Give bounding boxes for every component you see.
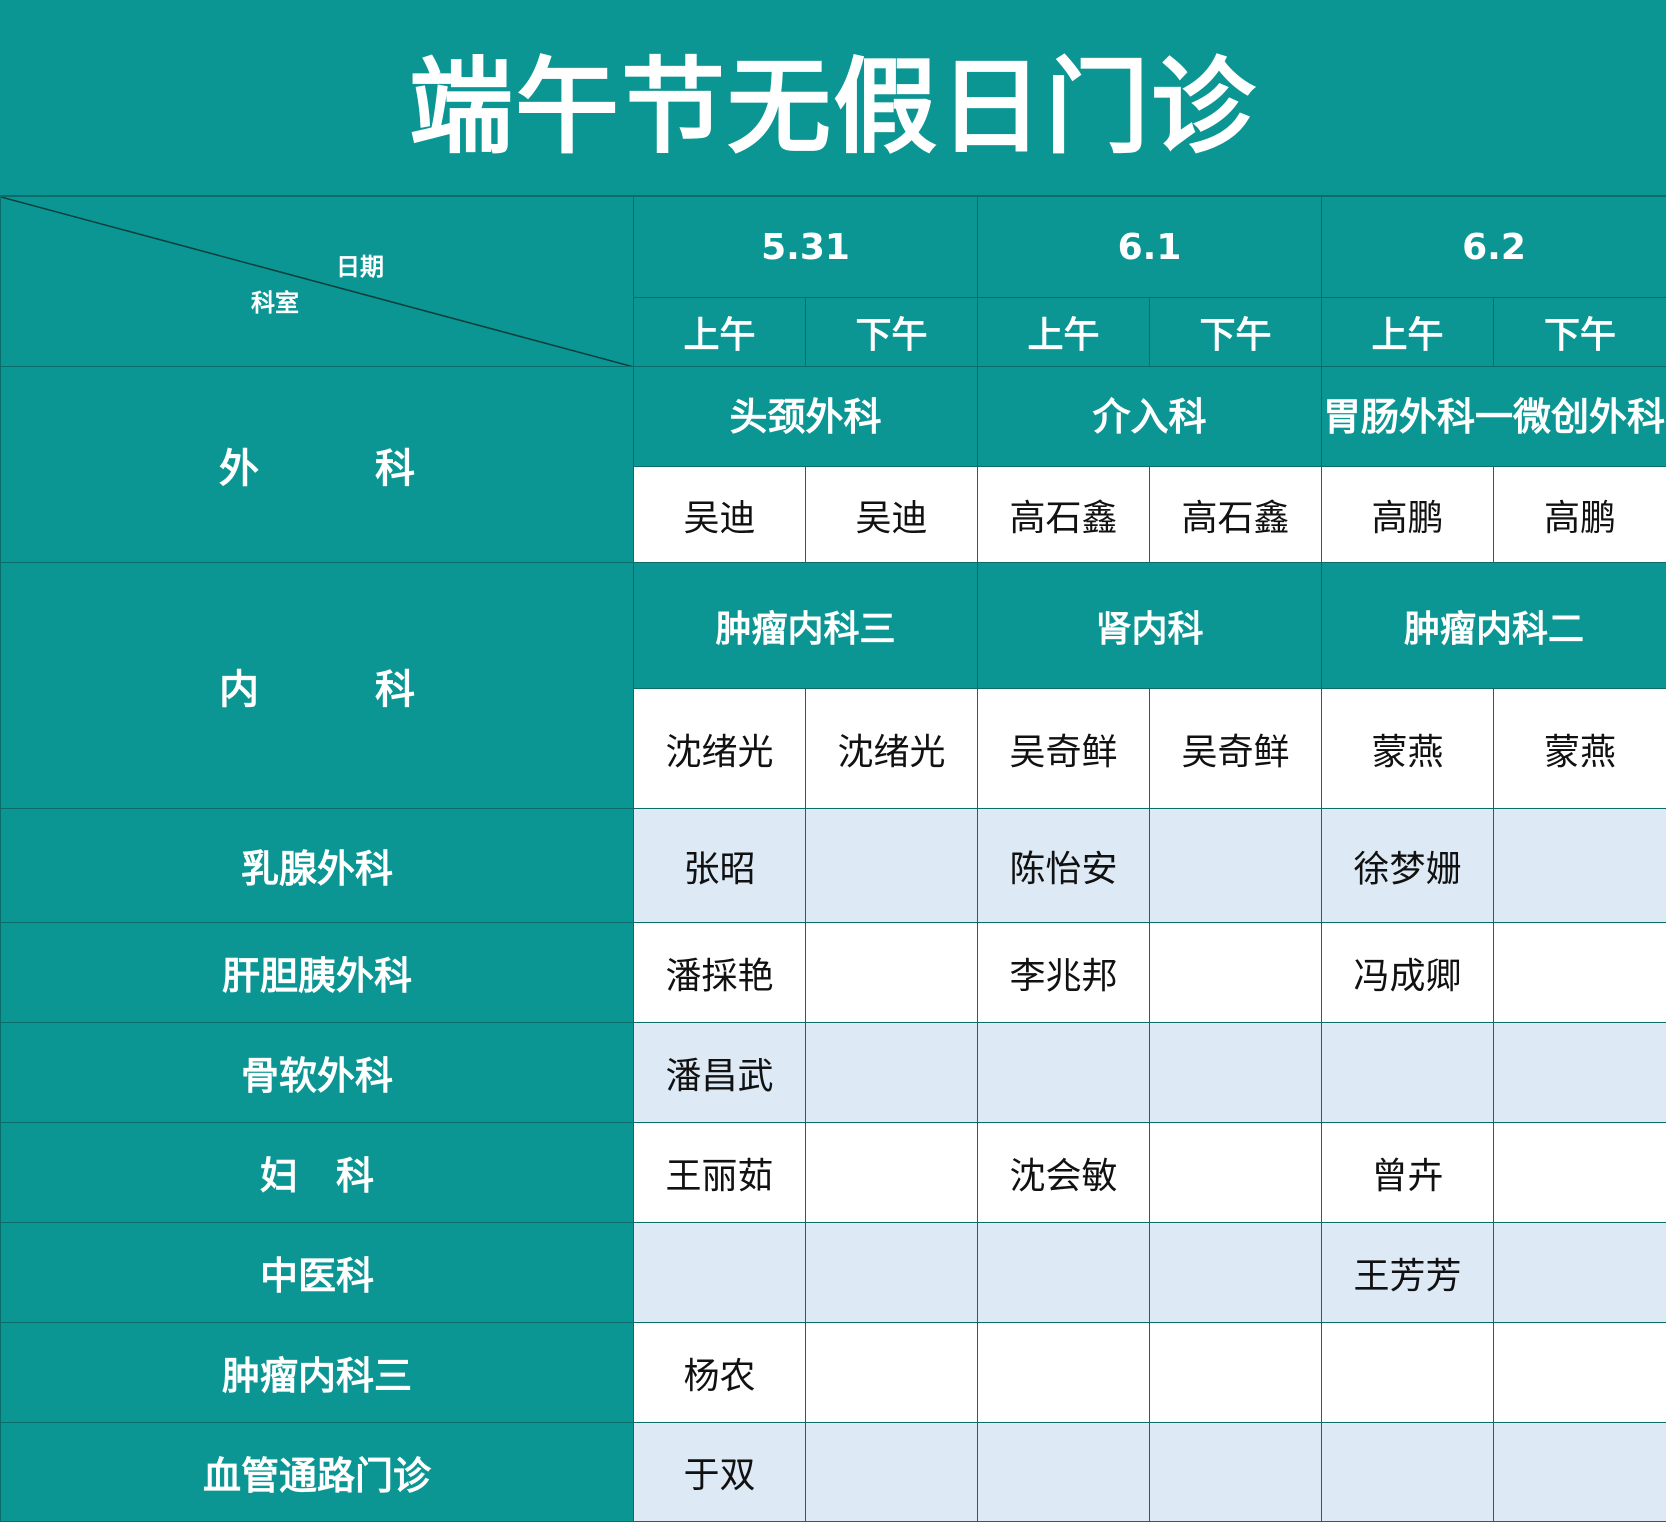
sub-dept-label: 介入科 <box>977 366 1323 467</box>
title-banner: 端午节无假日门诊 <box>0 0 1666 196</box>
table-row: 骨软外科 潘昌武 <box>0 1022 1666 1123</box>
dept-label: 骨软外科 <box>0 1022 634 1123</box>
date-header: 6.1 <box>977 196 1323 298</box>
doctor-cell <box>1149 1322 1323 1423</box>
schedule-sheet: 端午节无假日门诊 日期 科室 5.31 6.1 6.2 上午 下午 上午 下午 … <box>0 0 1666 1523</box>
dept-label: 妇 科 <box>0 1122 634 1223</box>
doctor-cell <box>633 1222 806 1323</box>
doctor-cell <box>977 1222 1151 1323</box>
doctor-cell: 蒙燕 <box>1321 688 1495 809</box>
doctor-cell: 潘昌武 <box>633 1022 806 1123</box>
doctor-cell: 沈会敏 <box>977 1122 1151 1223</box>
doctor-cell <box>977 1022 1151 1123</box>
table-row: 乳腺外科 张昭 陈怡安 徐梦姗 <box>0 808 1666 923</box>
dept-label: 肝胆胰外科 <box>0 922 634 1023</box>
doctor-cell <box>1493 1022 1666 1123</box>
doctor-cell <box>1321 1022 1495 1123</box>
doctor-cell: 吴奇鲜 <box>977 688 1151 809</box>
doctor-cell: 高鹏 <box>1493 466 1666 563</box>
doctor-cell: 王芳芳 <box>1321 1222 1495 1323</box>
doctor-cell <box>977 1322 1151 1423</box>
dept-label: 血管通路门诊 <box>0 1422 634 1522</box>
corner-dept-label: 科室 <box>251 289 299 317</box>
doctor-cell: 于双 <box>633 1422 806 1522</box>
dept-label-surgery: 外 科 <box>0 366 634 563</box>
doctor-cell: 王丽茹 <box>633 1122 806 1223</box>
doctor-cell <box>1493 1122 1666 1223</box>
doctor-cell <box>1321 1422 1495 1522</box>
date-header: 6.2 <box>1321 196 1666 298</box>
table-row: 肝胆胰外科 潘採艳 李兆邦 冯成卿 <box>0 922 1666 1023</box>
doctor-cell <box>804 808 979 923</box>
sub-dept-label: 胃肠外科一微创外科 <box>1321 366 1666 467</box>
doctor-cell <box>804 1122 979 1223</box>
doctor-cell: 徐梦姗 <box>1321 808 1495 923</box>
sub-dept-label: 头颈外科 <box>632 366 979 467</box>
doctor-cell: 高鹏 <box>1321 466 1495 563</box>
doctor-cell <box>804 922 979 1023</box>
period-header: 上午 <box>1321 297 1495 367</box>
dept-label: 乳腺外科 <box>0 808 634 923</box>
schedule-table: 日期 科室 5.31 6.1 6.2 上午 下午 上午 下午 上午 下午 外 科… <box>0 196 1666 1522</box>
doctor-cell <box>1493 1222 1666 1323</box>
doctor-cell: 沈绪光 <box>633 688 806 809</box>
diagonal-divider <box>1 197 632 366</box>
dept-label: 肿瘤内科三 <box>0 1322 634 1423</box>
doctor-cell <box>1149 1222 1323 1323</box>
page-title: 端午节无假日门诊 <box>408 46 1257 168</box>
doctor-cell: 吴奇鲜 <box>1149 688 1323 809</box>
table-row: 血管通路门诊 于双 <box>0 1422 1666 1522</box>
period-header: 上午 <box>977 297 1151 367</box>
date-header: 5.31 <box>632 196 979 298</box>
doctor-cell: 冯成卿 <box>1321 922 1495 1023</box>
doctor-cell <box>804 1222 979 1323</box>
doctor-cell <box>1149 1022 1323 1123</box>
doctor-cell: 吴迪 <box>804 466 979 563</box>
doctor-cell <box>1321 1322 1495 1423</box>
doctor-cell <box>1149 1422 1323 1522</box>
doctor-cell: 沈绪光 <box>804 688 979 809</box>
sub-dept-label: 肾内科 <box>977 562 1323 689</box>
doctor-cell <box>1493 808 1666 923</box>
sub-dept-label: 肿瘤内科二 <box>1321 562 1666 689</box>
doctor-cell: 潘採艳 <box>633 922 806 1023</box>
table-row: 妇 科 王丽茹 沈会敏 曾卉 <box>0 1122 1666 1223</box>
sub-dept-label: 肿瘤内科三 <box>632 562 979 689</box>
doctor-cell: 张昭 <box>633 808 806 923</box>
doctor-cell <box>804 1422 979 1522</box>
doctor-cell: 高石鑫 <box>977 466 1151 563</box>
doctor-cell: 吴迪 <box>633 466 806 563</box>
doctor-cell: 李兆邦 <box>977 922 1151 1023</box>
doctor-cell <box>1149 1122 1323 1223</box>
doctor-cell <box>1493 1322 1666 1423</box>
corner-header-cell: 日期 科室 <box>0 196 634 367</box>
period-header: 下午 <box>804 297 979 367</box>
doctor-cell <box>1149 808 1323 923</box>
doctor-cell: 曾卉 <box>1321 1122 1495 1223</box>
dept-label-internal: 内 科 <box>0 562 634 809</box>
doctor-cell <box>804 1022 979 1123</box>
doctor-cell: 蒙燕 <box>1493 688 1666 809</box>
table-row: 肿瘤内科三 杨农 <box>0 1322 1666 1423</box>
period-header: 下午 <box>1493 297 1666 367</box>
doctor-cell <box>1493 922 1666 1023</box>
doctor-cell <box>804 1322 979 1423</box>
doctor-cell <box>1493 1422 1666 1522</box>
period-header: 下午 <box>1149 297 1323 367</box>
table-row: 中医科 王芳芳 <box>0 1222 1666 1323</box>
corner-date-label: 日期 <box>336 253 384 281</box>
doctor-cell: 陈怡安 <box>977 808 1151 923</box>
doctor-cell: 杨农 <box>633 1322 806 1423</box>
doctor-cell <box>977 1422 1151 1522</box>
period-header: 上午 <box>633 297 806 367</box>
doctor-cell: 高石鑫 <box>1149 466 1323 563</box>
dept-label: 中医科 <box>0 1222 634 1323</box>
doctor-cell <box>1149 922 1323 1023</box>
